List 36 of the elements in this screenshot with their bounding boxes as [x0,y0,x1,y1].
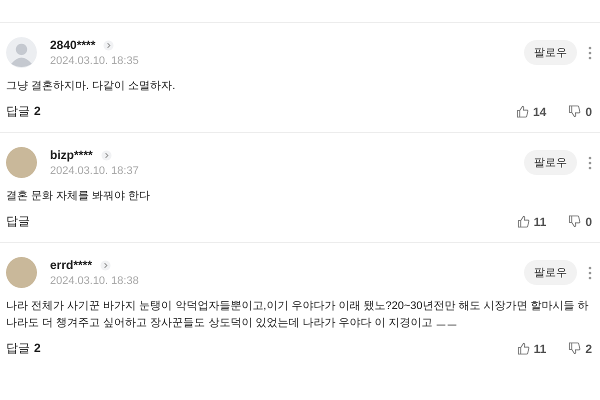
username[interactable]: 2840**** [50,38,96,52]
chevron-right-icon[interactable] [100,260,112,270]
avatar-photo-placeholder [6,147,37,178]
comment-date: 2024.03.10. 18:38 [50,275,140,287]
chevron-right-icon[interactable] [103,40,114,50]
thumbs-up-icon[interactable] [516,342,530,355]
username[interactable]: bizp**** [50,148,93,162]
like-count: 14 [532,104,546,118]
more-options-icon[interactable] [588,156,592,170]
thumbs-down-icon[interactable] [568,342,582,355]
follow-button[interactable]: 팔로우 [524,150,577,175]
dislike-count: 0 [585,214,592,228]
comment-text: 나라 전체가 사기꾼 바가지 눈탱이 악덕업자들뿐이고,이기 우야다가 이래 됐노?20~30년전만 해도 시장가면 할마시들 하나라도 더 챙겨주고 싶어하고 장사꾼들도 상도덕이 있었는데 나라가 우야다 이 지경이고 ㅡㅡ [6,299,590,331]
thumbs-down-icon[interactable] [568,105,582,118]
chevron-right-icon[interactable] [100,150,112,160]
more-options-icon[interactable] [588,46,592,60]
thumbs-up-icon[interactable] [516,215,530,228]
reply-link[interactable]: 답글 2 [6,340,41,357]
follow-button[interactable]: 팔로우 [524,40,577,65]
avatar-photo-placeholder [6,257,37,288]
more-options-icon[interactable] [588,266,592,280]
comment-text: 결혼 문화 자체를 봐꿔야 한다 [6,189,152,204]
default-avatar-icon [6,37,37,68]
thumbs-down-icon[interactable] [568,215,582,228]
dislike-count: 2 [585,342,592,356]
reply-link[interactable]: 답글 2 [6,103,41,120]
username[interactable]: errd**** [50,258,92,272]
comment-text: 그냥 결혼하지마. 다같이 소멸하자. [6,79,176,94]
like-count: 11 [534,342,546,356]
thumbs-up-icon[interactable] [516,105,529,118]
like-count: 11 [534,214,546,228]
comment-date: 2024.03.10. 18:37 [50,165,140,177]
follow-button[interactable]: 팔로우 [524,260,577,285]
dislike-count: 0 [585,104,592,118]
comment-date: 2024.03.10. 18:35 [50,55,140,67]
reply-link[interactable]: 답글 [6,213,30,230]
